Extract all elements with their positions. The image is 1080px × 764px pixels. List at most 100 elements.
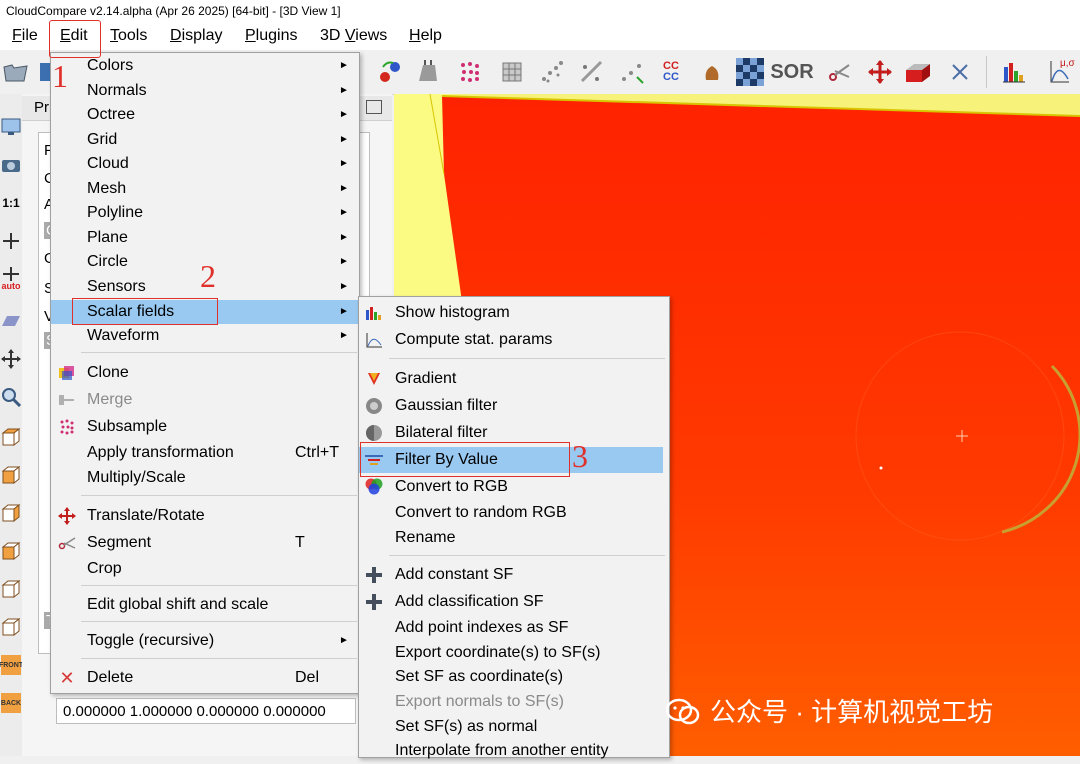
edit-menu-item-edit-global-shift[interactable]: Edit global shift and scale	[51, 593, 359, 617]
menu-item-label: Circle	[87, 253, 128, 270]
cross-section-icon[interactable]	[904, 58, 932, 86]
menu-display[interactable]: Display	[168, 26, 224, 46]
edit-menu-item-multiply-scale[interactable]: Multiply/Scale	[51, 466, 359, 490]
view-front-icon[interactable]	[0, 460, 22, 490]
primitive-object-icon[interactable]	[698, 58, 726, 86]
sf-item-convert-to-random-rgb[interactable]: Convert to random RGB	[359, 500, 669, 526]
edit-menu-item-polyline[interactable]: Polyline ►	[51, 201, 359, 225]
open-folder-icon[interactable]	[2, 58, 30, 86]
menu-3d-views[interactable]: 3D Views	[318, 26, 389, 46]
move-axes-icon[interactable]	[0, 344, 22, 374]
histogram-icon	[363, 304, 385, 322]
cloud-compare-cc-icon[interactable]: CC CC	[656, 58, 686, 86]
checkerboard-icon[interactable]	[736, 58, 764, 86]
sf-item-show-histogram[interactable]: Show histogram	[359, 300, 669, 326]
view-left-icon[interactable]	[0, 498, 22, 528]
sf-item-convert-to-rgb[interactable]: Convert to RGB	[359, 474, 669, 500]
sf-item-set-sf-as-normal[interactable]: Set SF(s) as normal	[359, 714, 669, 740]
edit-menu-item-grid[interactable]: Grid ►	[51, 128, 359, 152]
mesh-grid-icon[interactable]	[498, 58, 526, 86]
auto-pivot-icon[interactable]: auto	[0, 264, 22, 294]
menu-file[interactable]: File	[10, 26, 40, 46]
edit-menu-item-apply-transformation[interactable]: Apply transformation Ctrl+T	[51, 441, 359, 465]
menu-item-label: Crop	[87, 560, 122, 577]
menu-tools[interactable]: Tools	[108, 26, 149, 46]
sf-item-gradient[interactable]: Gradient	[359, 366, 669, 392]
edit-menu-item-merge[interactable]: Merge	[51, 388, 359, 412]
sf-item-gaussian-filter[interactable]: Gaussian filter	[359, 393, 669, 419]
menu-plugins[interactable]: Plugins	[243, 26, 299, 46]
sf-item-add-classification-sf[interactable]: Add classification SF	[359, 589, 669, 615]
translate-rotate-icon[interactable]	[866, 58, 894, 86]
edit-menu-item-clone[interactable]: Clone	[51, 361, 359, 385]
view-back-iso-icon[interactable]: BACK	[0, 688, 22, 718]
menu-item-label: Normals	[87, 82, 147, 99]
submenu-arrow-icon: ►	[339, 85, 349, 96]
menu-item-label: Mesh	[87, 180, 127, 197]
sf-item-export-coordinates[interactable]: Export coordinate(s) to SF(s)	[359, 640, 669, 666]
magnifier-icon[interactable]	[0, 382, 22, 412]
scalar-fields-submenu: Show histogram Compute stat. params Grad…	[358, 296, 670, 759]
submenu-arrow-icon: ►	[339, 60, 349, 71]
sf-item-add-constant-sf[interactable]: Add constant SF	[359, 562, 669, 588]
subsample-points-icon[interactable]	[456, 58, 484, 86]
menu-item-label: Multiply/Scale	[87, 469, 186, 486]
menu-help[interactable]: Help	[407, 26, 444, 46]
sf-item-rename[interactable]: Rename	[359, 525, 669, 551]
view-bottom-icon[interactable]	[0, 612, 22, 642]
sample-points-icon[interactable]	[376, 58, 404, 86]
segment-scissors-icon[interactable]	[826, 58, 854, 86]
edit-menu-item-segment[interactable]: Segment T	[51, 531, 359, 555]
sf-item-export-normals[interactable]: Export normals to SF(s)	[359, 689, 669, 715]
crosshair-icon[interactable]	[0, 226, 22, 256]
stat-params-toolbar-icon[interactable]: μ,σ	[1040, 58, 1078, 86]
view-right-icon[interactable]	[0, 574, 22, 604]
edit-menu-item-octree[interactable]: Octree ►	[51, 103, 359, 127]
point-picking-icon[interactable]	[946, 58, 974, 86]
edit-menu-item-translate-rotate[interactable]: Translate/Rotate	[51, 504, 359, 528]
annotation-step-1: 1	[52, 58, 68, 94]
sf-item-compute-stat-params[interactable]: Compute stat. params	[359, 327, 669, 353]
edit-menu-item-delete[interactable]: ✕ Delete Del	[51, 666, 359, 690]
submenu-arrow-icon: ►	[339, 109, 349, 120]
menu-separator	[81, 585, 357, 586]
plus-icon	[363, 593, 385, 611]
cloud-distance-icon[interactable]	[618, 58, 646, 86]
sf-item-add-point-indexes[interactable]: Add point indexes as SF	[359, 615, 669, 641]
edit-menu-item-crop[interactable]: Crop	[51, 557, 359, 581]
view-front-iso-icon[interactable]: FRONT	[0, 650, 23, 680]
screen-display-icon[interactable]	[0, 112, 22, 142]
transformation-matrix-row: 0.000000 1.000000 0.000000 0.000000	[56, 698, 356, 724]
menu-separator	[81, 495, 357, 496]
scatter-cloud-icon[interactable]	[538, 58, 566, 86]
submenu-arrow-icon: ►	[339, 330, 349, 341]
view-back-icon[interactable]	[0, 536, 22, 566]
edit-menu-item-toggle-recursive[interactable]: Toggle (recursive) ►	[51, 629, 359, 653]
menu-plugins-mnemonic: P	[245, 27, 256, 44]
edit-menu-item-waveform[interactable]: Waveform ►	[51, 324, 359, 348]
edit-menu-item-plane[interactable]: Plane ►	[51, 226, 359, 250]
edit-menu-item-subsample[interactable]: Subsample	[51, 415, 359, 439]
menu-separator	[81, 621, 357, 622]
menu-item-label: Delete	[87, 669, 134, 686]
sf-item-interpolate[interactable]: Interpolate from another entity	[359, 738, 669, 764]
edit-menu-item-normals[interactable]: Normals ►	[51, 79, 359, 103]
submenu-arrow-icon: ►	[339, 134, 349, 145]
view-top-icon[interactable]	[0, 422, 22, 452]
float-panel-icon[interactable]	[366, 100, 382, 114]
normals-icon[interactable]	[414, 58, 442, 86]
bilateral-filter-icon	[363, 424, 385, 442]
histogram-toolbar-icon[interactable]	[1000, 58, 1028, 86]
zoom-1-to-1-icon[interactable]: 1:1	[0, 188, 22, 218]
view-plane-icon[interactable]	[0, 306, 22, 336]
sor-filter-icon[interactable]: SOR	[770, 58, 813, 86]
edit-menu-item-cloud[interactable]: Cloud ►	[51, 152, 359, 176]
edit-menu-item-mesh[interactable]: Mesh ►	[51, 177, 359, 201]
cloud-diff-icon[interactable]	[578, 58, 606, 86]
camera-icon[interactable]	[0, 150, 22, 180]
submenu-item-label: Add constant SF	[395, 566, 514, 583]
annotation-box-edit	[49, 20, 101, 58]
sf-item-set-sf-as-coordinates[interactable]: Set SF as coordinate(s)	[359, 664, 669, 690]
menu-help-label: elp	[420, 27, 442, 44]
menu-item-label: Polyline	[87, 204, 144, 221]
